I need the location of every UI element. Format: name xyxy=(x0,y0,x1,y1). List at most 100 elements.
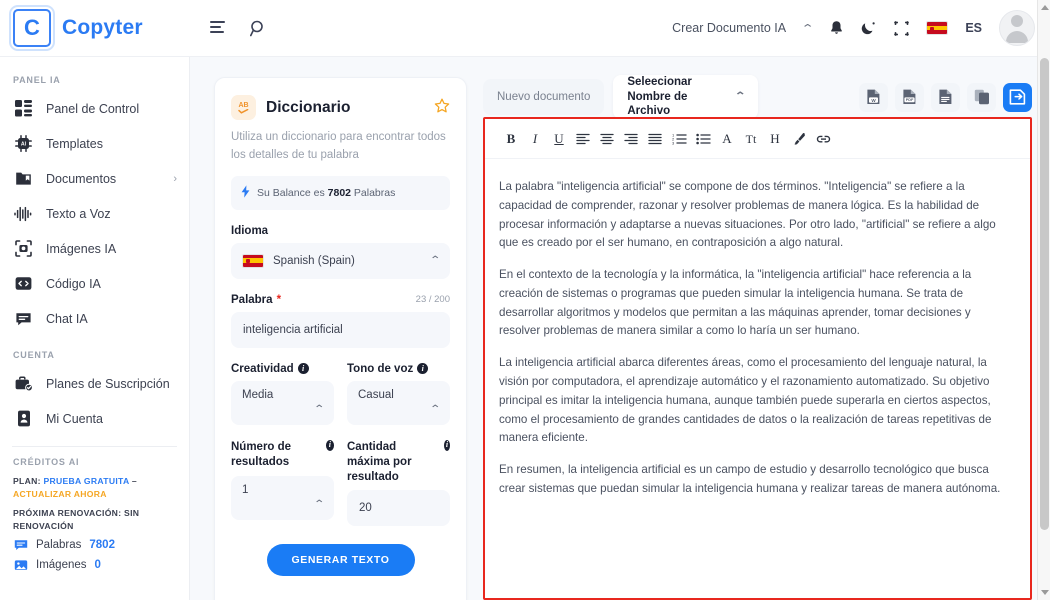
underline-icon[interactable]: U xyxy=(547,128,571,150)
document-paragraph: En el contexto de la tecnología y la inf… xyxy=(499,268,972,338)
info-icon[interactable]: i xyxy=(444,439,450,451)
sidebar-item-imagenes-ia[interactable]: Imágenes IA xyxy=(0,231,189,266)
briefcase-check-icon xyxy=(14,374,33,393)
sidebar-item-label: Templates xyxy=(46,136,103,151)
brand-name: Copyter xyxy=(62,16,143,39)
editor-column: Nuevo documento Seleecionar Nombre de Ar… xyxy=(483,75,1032,600)
sidebar-item-documentos[interactable]: Documentos › xyxy=(0,161,189,196)
language-code[interactable]: ES xyxy=(965,21,982,35)
editor-content[interactable]: La palabra "inteligencia artificial" se … xyxy=(485,159,1030,522)
ordered-list-icon[interactable]: 123 xyxy=(667,128,691,150)
creativity-select[interactable]: Media ⌃ xyxy=(231,380,334,425)
waveform-icon xyxy=(14,204,33,223)
sidebar-divider xyxy=(12,446,177,447)
sidebar-item-label: Panel de Control xyxy=(46,101,140,116)
scrollbar-thumb[interactable] xyxy=(1040,58,1049,530)
sidebar-item-panel-de-control[interactable]: Panel de Control xyxy=(0,91,189,126)
svg-text:AI: AI xyxy=(21,141,27,147)
generate-text-button[interactable]: GENERAR TEXTO xyxy=(266,544,415,577)
highlight-brush-icon[interactable] xyxy=(787,128,811,150)
tone-label-row: Tono de voz i xyxy=(347,363,450,375)
search-icon[interactable] xyxy=(250,20,267,37)
plan-label: PLAN: xyxy=(13,476,41,486)
dictionary-badge-icon: AB xyxy=(231,95,256,120)
dictionary-form-card: AB Diccionario Utiliza un diccionario pa… xyxy=(214,77,467,600)
link-icon[interactable] xyxy=(811,128,835,150)
align-center-icon[interactable] xyxy=(595,128,619,150)
results-select[interactable]: 1 ⌃ xyxy=(231,475,334,520)
creativity-label-row: Creatividad i xyxy=(231,363,334,375)
brand-logo[interactable]: C Copyter xyxy=(0,9,190,47)
max-label: Cantidad máxima por resultado xyxy=(347,440,412,483)
chevron-up-icon: ⌃ xyxy=(734,90,747,102)
chip-icon: AI xyxy=(14,134,33,153)
sidebar-item-label: Texto a Voz xyxy=(46,206,111,221)
info-icon[interactable]: i xyxy=(417,363,429,375)
tab-nuevo-documento[interactable]: Nuevo documento xyxy=(483,79,605,115)
export-word-button[interactable]: W xyxy=(859,82,888,112)
language-select[interactable]: Spanish (Spain) ⌃ xyxy=(231,242,450,279)
align-right-icon[interactable] xyxy=(619,128,643,150)
bold-icon[interactable]: B xyxy=(499,128,523,150)
tab-seleccionar-archivo[interactable]: Seleecionar Nombre de Archivo ⌃ xyxy=(613,75,759,119)
info-icon[interactable]: i xyxy=(297,363,309,375)
photo-icon xyxy=(13,558,28,573)
italic-icon[interactable]: I xyxy=(523,128,547,150)
tone-select[interactable]: Casual ⌃ xyxy=(347,380,450,425)
align-left-icon[interactable] xyxy=(571,128,595,150)
sidebar-item-codigo-ia[interactable]: Código IA xyxy=(0,266,189,301)
bullet-list-icon[interactable] xyxy=(691,128,715,150)
balance-pill: Su Balance es 7802 Palabras xyxy=(231,175,450,210)
font-size-icon[interactable]: Tt xyxy=(739,128,763,150)
copy-document-button[interactable] xyxy=(967,82,996,112)
code-icon xyxy=(14,274,33,293)
sidebar-item-label: Código IA xyxy=(46,276,101,291)
bell-icon[interactable] xyxy=(829,20,844,36)
compress-icon[interactable] xyxy=(894,20,910,36)
credit-row-palabras: Palabras 7802 xyxy=(0,533,189,553)
star-favorite-icon[interactable] xyxy=(434,98,450,118)
sidebar-item-templates[interactable]: AI Templates xyxy=(0,126,189,161)
menu-icon[interactable] xyxy=(210,21,227,35)
scroll-down-arrow-icon[interactable] xyxy=(1041,590,1049,595)
logo-letter: C xyxy=(24,15,40,40)
align-justify-icon[interactable] xyxy=(643,128,667,150)
sidebar-item-chat-ia[interactable]: Chat IA xyxy=(0,301,189,336)
editor-frame-highlight: B I U 1 2 3 A Tt H La palabra "inteligen… xyxy=(483,117,1032,600)
balance-value: 7802 xyxy=(327,186,351,199)
heading-icon[interactable]: H xyxy=(763,128,787,150)
top-header: C Copyter Crear Documento IA ⌃ ES xyxy=(0,0,1050,57)
info-icon[interactable]: i xyxy=(325,439,334,451)
renewal-info: PRÓXIMA RENOVACIÓN: SIN RENOVACIÓN xyxy=(13,507,140,531)
chat-icon xyxy=(14,309,33,328)
save-document-button[interactable] xyxy=(1003,82,1032,112)
language-label: Idioma xyxy=(231,224,269,237)
sidebar-item-mi-cuenta[interactable]: Mi Cuenta xyxy=(0,401,189,436)
credit-value: 0 xyxy=(94,559,101,572)
card-description: Utiliza un diccionario para encontrar to… xyxy=(231,131,446,161)
scroll-up-arrow-icon[interactable] xyxy=(1041,5,1049,10)
spain-flag-icon[interactable] xyxy=(926,21,949,35)
sidebar-item-planes-de-suscripcion[interactable]: Planes de Suscripción xyxy=(0,366,189,401)
create-document-link[interactable]: Crear Documento IA xyxy=(672,21,786,35)
export-pdf-button[interactable]: PDF xyxy=(895,82,924,112)
moon-icon[interactable] xyxy=(861,20,877,36)
document-bar: Nuevo documento Seleecionar Nombre de Ar… xyxy=(483,75,1032,119)
folder-icon xyxy=(14,169,33,188)
max-input[interactable]: 20 xyxy=(347,490,450,527)
tone-value: Casual xyxy=(358,388,394,401)
page-scrollbar[interactable] xyxy=(1037,0,1050,600)
word-input[interactable]: inteligencia artificial xyxy=(231,311,450,348)
plan-line: PLAN: PRUEBA GRATUITA – ACTUALIZAR AHORA xyxy=(0,473,189,501)
export-text-button[interactable] xyxy=(931,82,960,112)
sidebar-item-texto-a-voz[interactable]: Texto a Voz xyxy=(0,196,189,231)
chevron-up-icon[interactable]: ⌃ xyxy=(801,22,815,35)
font-color-icon[interactable]: A xyxy=(715,128,739,150)
credit-row-imagenes: Imágenes 0 xyxy=(0,553,189,573)
word-label-row: Palabra * 23 / 200 xyxy=(231,294,450,306)
chevron-up-icon: ⌃ xyxy=(428,404,441,416)
upgrade-link[interactable]: ACTUALIZAR AHORA xyxy=(13,489,107,499)
required-asterisk: * xyxy=(276,293,282,306)
avatar[interactable] xyxy=(999,10,1035,46)
chevron-up-icon: ⌃ xyxy=(428,255,441,267)
